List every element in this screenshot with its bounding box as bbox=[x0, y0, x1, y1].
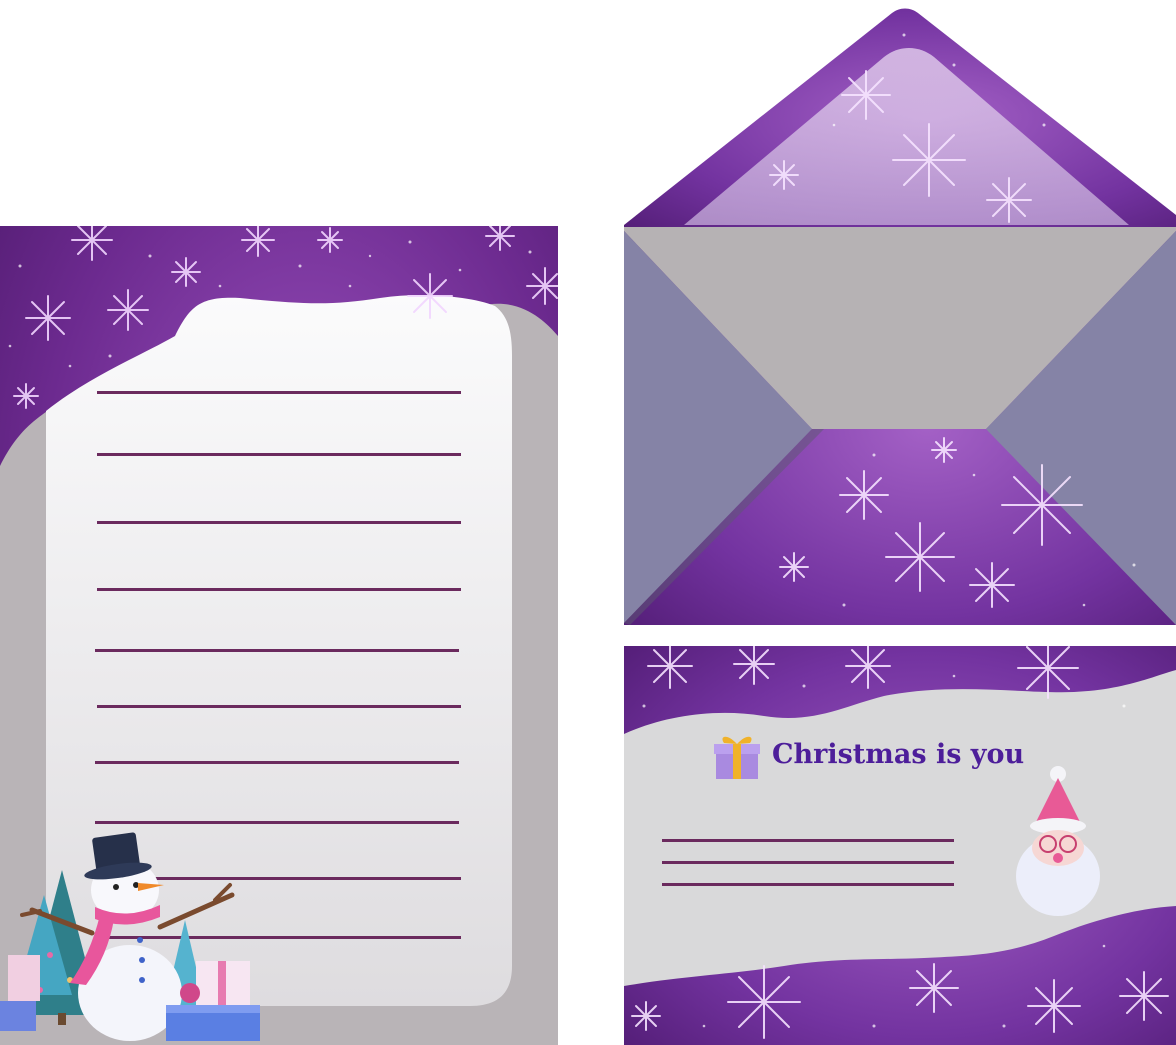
snowman-scene bbox=[0, 815, 270, 1045]
writing-line bbox=[97, 521, 461, 524]
card-line bbox=[662, 861, 954, 864]
writing-line bbox=[97, 453, 461, 456]
writing-line bbox=[97, 588, 461, 591]
envelope bbox=[624, 5, 1176, 627]
card-line bbox=[662, 839, 954, 842]
writing-line bbox=[95, 649, 459, 652]
writing-line bbox=[97, 391, 461, 394]
writing-line bbox=[97, 705, 461, 708]
writing-line bbox=[95, 761, 459, 764]
gift-box-icon bbox=[712, 731, 762, 781]
card-title: Christmas is you bbox=[772, 739, 1025, 770]
santa-head-icon bbox=[1010, 764, 1106, 920]
card-line bbox=[662, 883, 954, 886]
